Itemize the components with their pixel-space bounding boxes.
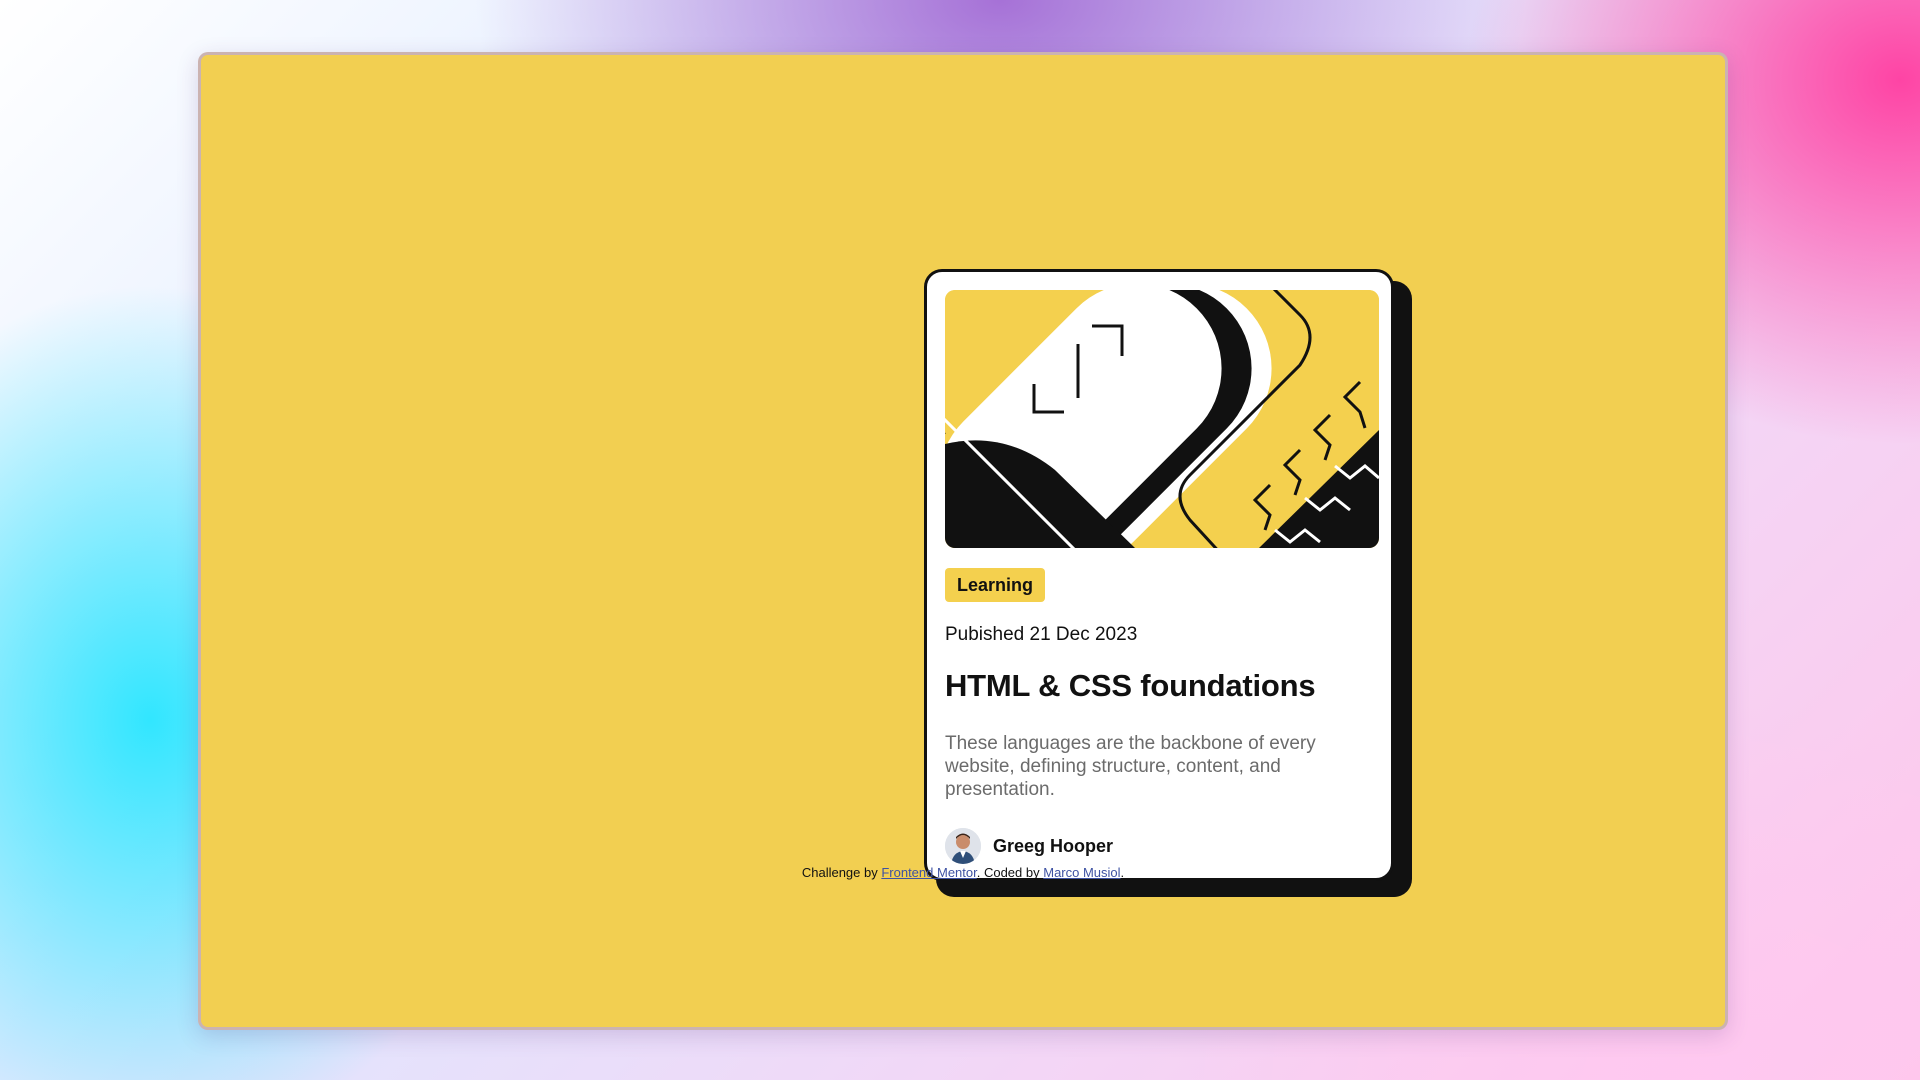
author-block: Greeg Hooper <box>945 828 1113 864</box>
frontend-mentor-link[interactable]: Frontend Mentor <box>881 865 976 880</box>
author-link[interactable]: Marco Musiol <box>1043 865 1120 880</box>
attribution: Challenge by Frontend Mentor. Coded by M… <box>201 865 1725 880</box>
attribution-prefix: Challenge by <box>801 865 882 880</box>
blog-preview-card: Learning Pubished 21 Dec 2023 HTML & CSS… <box>924 269 1394 881</box>
category-tag: Learning <box>945 568 1046 602</box>
browser-viewport: Learning Pubished 21 Dec 2023 HTML & CSS… <box>198 52 1728 1030</box>
avatar-photo-icon <box>945 828 981 864</box>
illustration-graphic <box>945 290 1379 548</box>
avatar <box>945 828 981 864</box>
attribution-suffix: . <box>1120 865 1125 880</box>
attribution-middle: . Coded by <box>976 865 1044 880</box>
published-date: Pubished 21 Dec 2023 <box>945 624 1138 645</box>
author-name: Greeg Hooper <box>993 835 1114 856</box>
card-title[interactable]: HTML & CSS foundations <box>945 668 1316 704</box>
card-description: These languages are the backbone of ever… <box>945 733 1316 800</box>
hero-illustration <box>945 290 1379 548</box>
